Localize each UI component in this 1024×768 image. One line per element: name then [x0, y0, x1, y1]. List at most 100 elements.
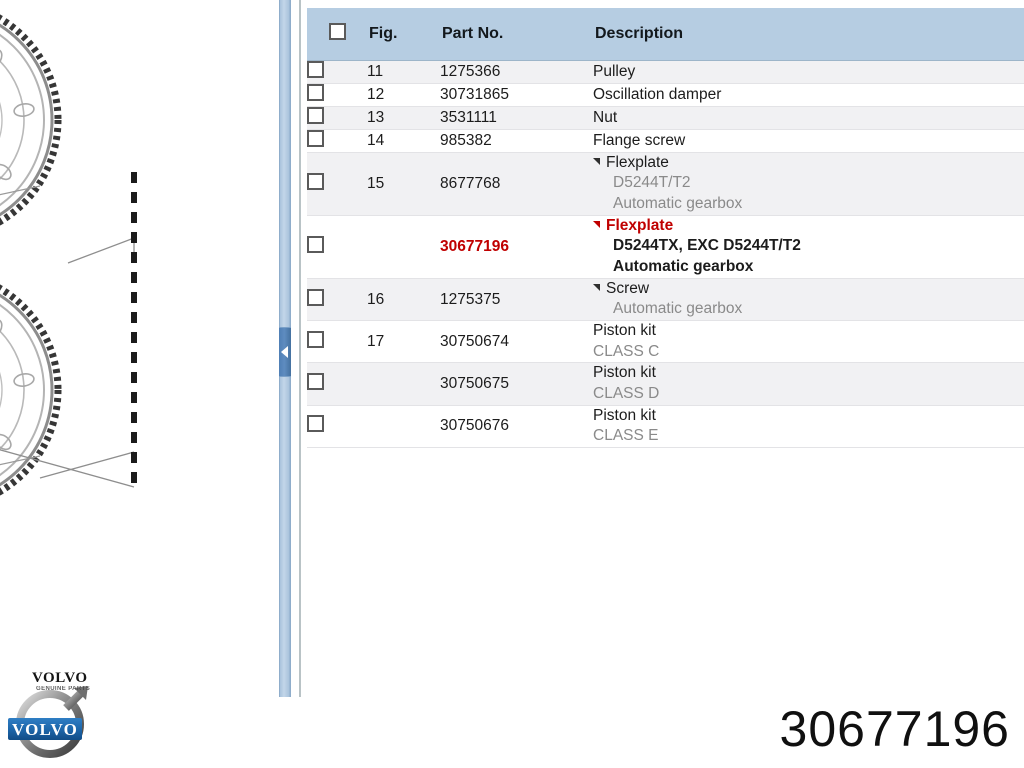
- table-row[interactable]: 17 30750674 Piston kit CLASS C: [307, 320, 1024, 364]
- description-subtitle: D5244T/T2: [613, 174, 691, 192]
- table-left-border: [299, 0, 301, 697]
- row-checkbox[interactable]: [307, 130, 324, 147]
- expander-triangle-icon[interactable]: [593, 220, 600, 228]
- cell-fig: [367, 405, 440, 448]
- description-subtitle: CLASS E: [593, 427, 659, 445]
- description-subtitle: CLASS C: [593, 342, 660, 360]
- description-title: Nut: [593, 108, 1024, 128]
- cell-part-number[interactable]: 30750675: [440, 362, 593, 406]
- cell-part-number[interactable]: 30750676: [440, 405, 593, 448]
- cell-description[interactable]: Piston kit CLASS D: [593, 362, 1024, 406]
- cell-description[interactable]: Nut: [593, 106, 1024, 130]
- cell-description[interactable]: Screw Automatic gearbox: [593, 278, 1024, 322]
- table-row[interactable]: 30677196 Flexplate D5244TX, EXC D5244T/T2 A…: [307, 215, 1024, 279]
- cell-fig: 11: [367, 60, 440, 84]
- row-select-cell[interactable]: [307, 278, 367, 322]
- table-row[interactable]: 13 3531111 Nut: [307, 106, 1024, 130]
- description-title: Pulley: [593, 62, 1024, 82]
- volvo-logo: VOLVO GENUINE PARTS VOLVO: [8, 668, 104, 760]
- description-subtitle: CLASS D: [593, 384, 660, 402]
- description-title: Piston kit: [593, 406, 1024, 426]
- description-title: Flange screw: [593, 131, 1024, 151]
- row-select-cell[interactable]: [307, 83, 367, 107]
- expander-triangle-icon[interactable]: [593, 283, 600, 291]
- description-title: Flexplate: [593, 153, 1024, 173]
- description-subtitle-secondary: Automatic gearbox: [613, 195, 743, 213]
- column-header-description[interactable]: Description: [593, 8, 1024, 61]
- volvo-sub-wordmark: GENUINE PARTS: [36, 686, 91, 692]
- column-header-fig[interactable]: Fig.: [367, 8, 440, 61]
- description-title-text: Oscillation damper: [593, 85, 722, 103]
- cell-description[interactable]: Piston kit CLASS C: [593, 320, 1024, 364]
- cell-part-number[interactable]: 30677196: [440, 215, 593, 279]
- row-checkbox[interactable]: [307, 61, 324, 78]
- cell-description[interactable]: Pulley: [593, 60, 1024, 84]
- row-checkbox[interactable]: [307, 172, 324, 190]
- table-row[interactable]: 30750676 Piston kit CLASS E: [307, 405, 1024, 448]
- cell-part-number[interactable]: 30750674: [440, 320, 593, 364]
- row-select-cell[interactable]: [307, 106, 367, 130]
- row-select-cell[interactable]: [307, 60, 367, 84]
- cell-part-number[interactable]: 8677768: [440, 152, 593, 216]
- row-checkbox[interactable]: [307, 107, 324, 124]
- description-title: Oscillation damper: [593, 85, 1024, 105]
- description-subtitle: D5244TX, EXC D5244T/T2: [613, 237, 801, 255]
- diagram-panel[interactable]: [0, 0, 276, 768]
- description-title: Piston kit: [593, 363, 1024, 383]
- cell-part-number[interactable]: 30731865: [440, 83, 593, 107]
- row-checkbox[interactable]: [307, 330, 324, 348]
- table-row[interactable]: 12 30731865 Oscillation damper: [307, 83, 1024, 107]
- row-select-cell[interactable]: [307, 215, 367, 279]
- description-title-text: Flexplate: [606, 216, 674, 234]
- cell-description[interactable]: Flexplate D5244TX, EXC D5244T/T2 Automatic…: [593, 215, 1024, 279]
- table-row[interactable]: 16 1275375 Screw Automatic gearbox: [307, 278, 1024, 322]
- cell-description[interactable]: Flange screw: [593, 129, 1024, 153]
- description-title-text: Piston kit: [593, 364, 656, 382]
- description-subtitle-secondary: Automatic gearbox: [613, 258, 754, 276]
- table-row[interactable]: 14 985382 Flange screw: [307, 129, 1024, 153]
- expander-triangle-icon[interactable]: [593, 158, 600, 165]
- description-subtitle: Automatic gearbox: [613, 300, 743, 318]
- cell-fig: 13: [367, 106, 440, 130]
- table-row[interactable]: 11 1275366 Pulley: [307, 60, 1024, 84]
- select-all-checkbox[interactable]: [329, 23, 346, 40]
- row-checkbox[interactable]: [307, 235, 324, 253]
- table-row[interactable]: 15 8677768 Flexplate D5244T/T2 Automatic gea…: [307, 152, 1024, 216]
- description-title-text: Nut: [593, 108, 618, 126]
- column-header-part-no[interactable]: Part No.: [440, 8, 593, 61]
- description-title-text: Piston kit: [593, 406, 656, 424]
- cell-part-number[interactable]: 1275366: [440, 60, 593, 84]
- cell-description[interactable]: Flexplate D5244T/T2 Automatic gearbox: [593, 152, 1024, 216]
- description-title: Screw: [593, 279, 1024, 299]
- column-header-select-all[interactable]: [307, 8, 367, 61]
- row-checkbox[interactable]: [307, 373, 324, 391]
- cell-description[interactable]: Oscillation damper: [593, 83, 1024, 107]
- row-checkbox[interactable]: [307, 415, 324, 433]
- cell-part-number[interactable]: 985382: [440, 129, 593, 153]
- table-body: 11 1275366 Pulley 12 30731865 Oscillation dam…: [307, 60, 1024, 448]
- row-select-cell[interactable]: [307, 405, 367, 448]
- row-select-cell[interactable]: [307, 152, 367, 216]
- cell-fig: [367, 215, 440, 279]
- cell-fig: 17: [367, 320, 440, 364]
- row-checkbox[interactable]: [307, 84, 324, 101]
- row-select-cell[interactable]: [307, 320, 367, 364]
- row-select-cell[interactable]: [307, 129, 367, 153]
- cell-fig: [367, 362, 440, 406]
- description-title-text: Flexplate: [606, 154, 669, 171]
- splitter-collapse-handle[interactable]: [279, 327, 291, 377]
- parts-table: Fig. Part No. Description 11 1275366 Pulle…: [307, 8, 1024, 448]
- cell-part-number[interactable]: 1275375: [440, 278, 593, 322]
- row-select-cell[interactable]: [307, 362, 367, 406]
- description-title-text: Piston kit: [593, 322, 656, 340]
- table-row[interactable]: 30750675 Piston kit CLASS D: [307, 362, 1024, 406]
- cell-part-number[interactable]: 3531111: [440, 106, 593, 130]
- description-title-text: Screw: [606, 279, 650, 297]
- chevron-left-icon: [281, 346, 288, 358]
- cell-fig: 14: [367, 129, 440, 153]
- flexplate-diagram: [0, 14, 137, 496]
- description-title: Flexplate: [593, 216, 1024, 236]
- cell-description[interactable]: Piston kit CLASS E: [593, 405, 1024, 448]
- row-checkbox[interactable]: [307, 288, 324, 306]
- table-header: Fig. Part No. Description: [307, 8, 1024, 61]
